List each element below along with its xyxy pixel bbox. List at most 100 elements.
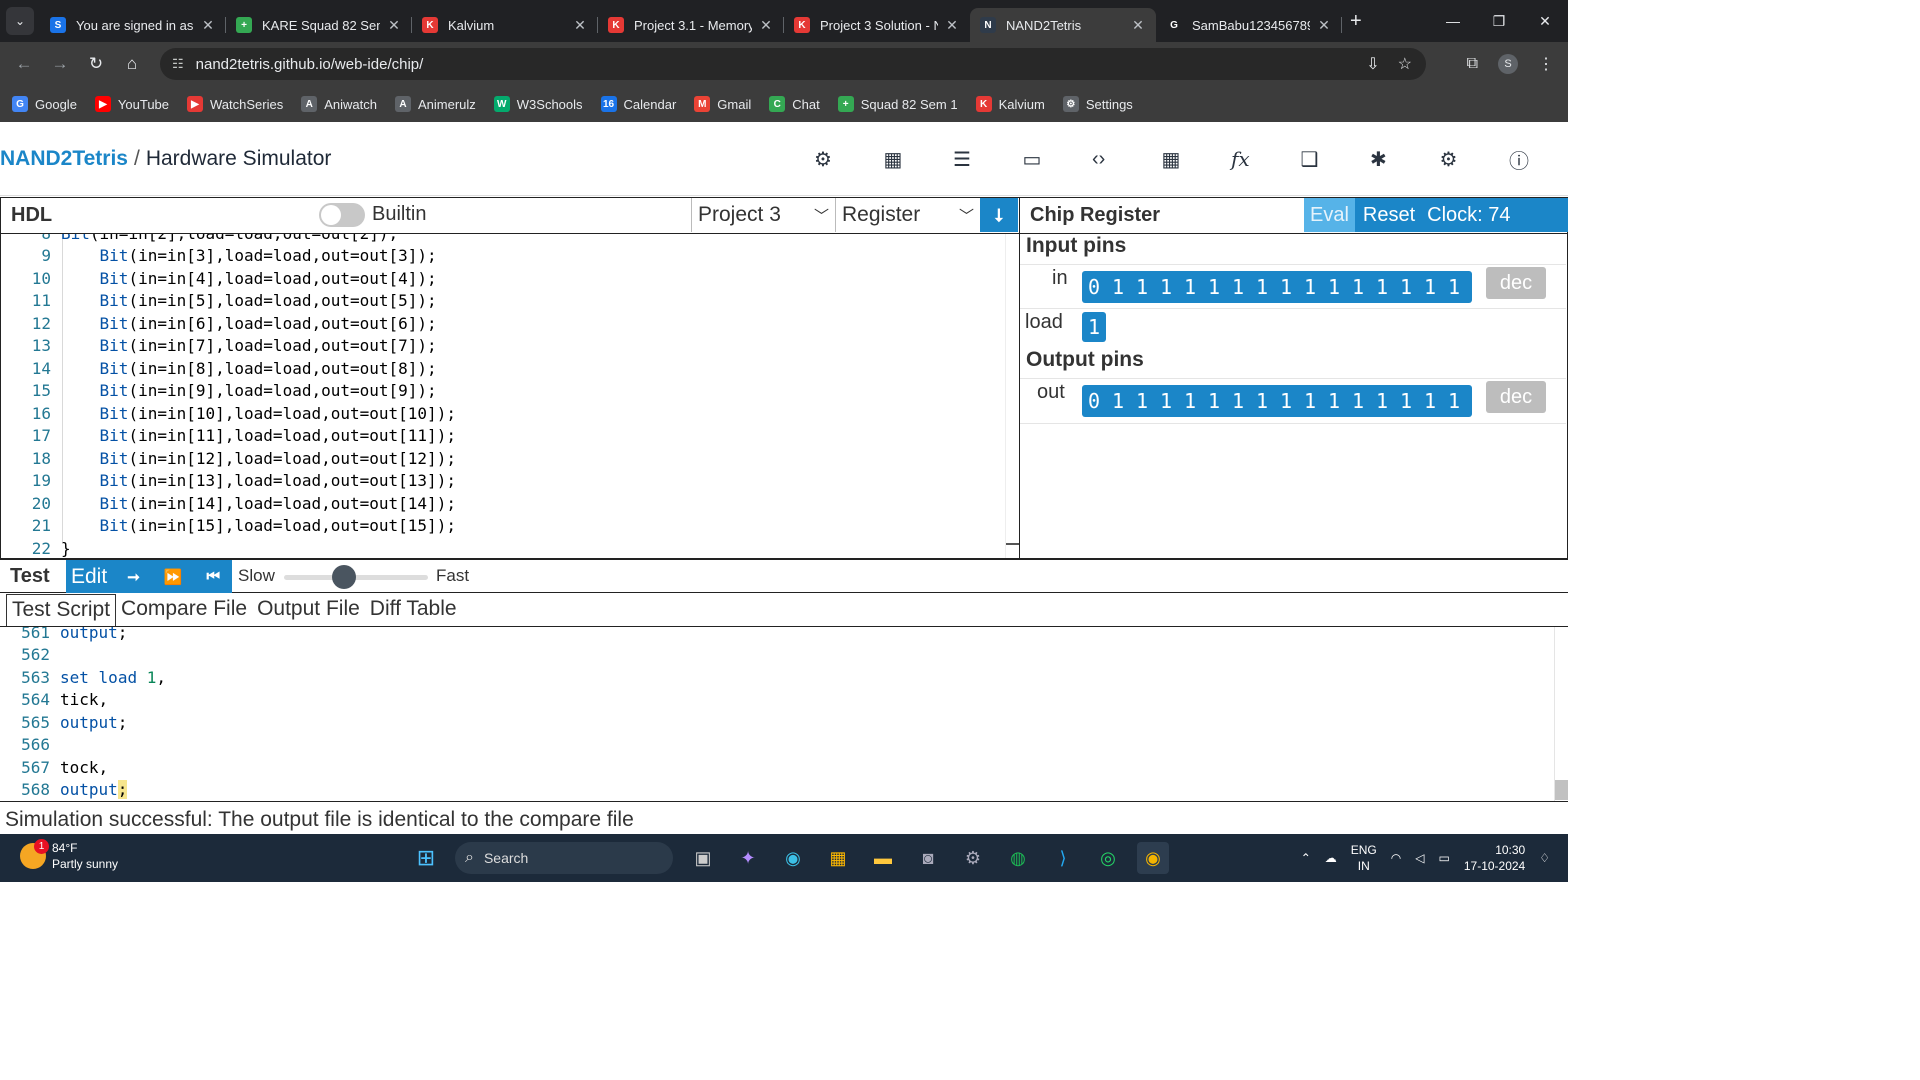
pin-bit[interactable]: 1 — [1448, 275, 1472, 299]
speed-slider-thumb[interactable] — [332, 565, 357, 589]
brand-name[interactable]: NAND2Tetris — [0, 147, 128, 170]
extensions-icon[interactable]: ⧉ — [1467, 55, 1478, 73]
pin-bit[interactable]: 1 — [1280, 389, 1304, 413]
pin-bit[interactable]: 1 — [1352, 275, 1376, 299]
volume-icon[interactable]: ◁ — [1415, 851, 1424, 865]
cpu-icon[interactable]: ▦ — [884, 144, 954, 174]
copilot-icon[interactable]: ✦ — [732, 842, 764, 874]
browser-tab[interactable]: G SamBabu123456789/ ✕ — [1156, 8, 1342, 42]
taskbar-search[interactable]: ⌕ Search — [455, 842, 673, 874]
bookmark-item[interactable]: W W3Schools — [493, 96, 583, 112]
pin-bit[interactable]: 1 — [1400, 389, 1424, 413]
bookmark-item[interactable]: ▶ WatchSeries — [187, 96, 283, 112]
pin-bit[interactable]: 1 — [1328, 275, 1352, 299]
edit-button[interactable]: Edit — [71, 565, 107, 589]
pin-bit[interactable]: 1 — [1208, 389, 1232, 413]
browser-tab[interactable]: K Project 3.1 - Memory ✕ — [598, 8, 784, 42]
step-icon[interactable]: ➞ — [127, 568, 140, 586]
task-view-icon[interactable]: ▣ — [687, 842, 719, 874]
reset-icon[interactable]: ⏮ — [206, 568, 220, 585]
script-scrollbar[interactable] — [1554, 627, 1568, 801]
pin-bit[interactable]: 1 — [1256, 275, 1280, 299]
clock[interactable]: 10:30 17-10-2024 — [1464, 842, 1525, 874]
pin-bit[interactable]: 1 — [1352, 389, 1376, 413]
test-tab[interactable]: Output File — [252, 594, 365, 626]
eval-button[interactable]: Eval — [1304, 198, 1355, 232]
bookmark-item[interactable]: M Gmail — [694, 96, 751, 112]
profile-avatar[interactable]: S — [1498, 54, 1518, 74]
pin-bit[interactable]: 0 — [1088, 389, 1112, 413]
pin-bit[interactable]: 1 — [1256, 389, 1280, 413]
hdl-editor[interactable]: 8Bit(in=in[2],load=load,out=out[2]);9 Bi… — [0, 234, 1020, 559]
book-icon[interactable]: ❑ — [1301, 144, 1371, 174]
pin-bit[interactable]: 1 — [1112, 389, 1136, 413]
pin-bit[interactable]: 1 — [1160, 389, 1184, 413]
out-dec-button[interactable]: dec — [1486, 381, 1546, 413]
pin-bit[interactable]: 1 — [1448, 389, 1472, 413]
scroll-thumb[interactable] — [1555, 780, 1568, 800]
bookmark-item[interactable]: G Google — [12, 96, 77, 112]
spotify-icon[interactable]: ◍ — [1002, 842, 1034, 874]
edge-icon[interactable]: ◉ — [777, 842, 809, 874]
tab-close-icon[interactable]: ✕ — [386, 17, 402, 34]
close-window-icon[interactable]: ✕ — [1522, 0, 1568, 42]
pin-bit[interactable]: 1 — [1184, 275, 1208, 299]
editor-scrollbar[interactable] — [1005, 234, 1019, 558]
list-icon[interactable]: ☰ — [953, 144, 1023, 174]
chip-icon[interactable]: ⚙ — [814, 144, 884, 174]
browser-tab[interactable]: S You are signed in as 2 ✕ — [40, 8, 226, 42]
chip-select[interactable]: Register ﹀ — [835, 198, 980, 232]
pin-bit[interactable]: 1 — [1424, 389, 1448, 413]
tab-close-icon[interactable]: ✕ — [572, 17, 588, 34]
pin-bit[interactable]: 1 — [1424, 275, 1448, 299]
pin-bit[interactable]: 1 — [1232, 389, 1256, 413]
store-icon[interactable]: ▦ — [822, 842, 854, 874]
whatsapp-icon[interactable]: ◎ — [1092, 842, 1124, 874]
info-icon[interactable]: ⓘ — [1509, 144, 1579, 174]
url-text[interactable]: nand2tetris.github.io/web-ide/chip/ — [196, 56, 424, 73]
tab-close-icon[interactable]: ✕ — [758, 17, 774, 34]
download-button[interactable]: ⭣ — [980, 198, 1018, 232]
in-dec-button[interactable]: dec — [1486, 267, 1546, 299]
site-info-icon[interactable]: ☷ — [172, 56, 184, 72]
notifications-icon[interactable]: ♢ — [1539, 851, 1550, 865]
tab-search-button[interactable]: ⌄ — [6, 7, 34, 35]
camera-icon[interactable]: ◙ — [912, 842, 944, 874]
language-indicator[interactable]: ENG IN — [1351, 842, 1377, 874]
reset-button[interactable]: Reset — [1363, 204, 1415, 227]
tab-close-icon[interactable]: ✕ — [944, 17, 960, 34]
forward-button[interactable]: → — [42, 54, 78, 74]
bug-icon[interactable]: ✱ — [1370, 144, 1440, 174]
pin-bit[interactable]: 1 — [1160, 275, 1184, 299]
tab-close-icon[interactable]: ✕ — [1130, 17, 1146, 34]
pin-bit[interactable]: 1 — [1208, 275, 1232, 299]
pin-bit[interactable]: 1 — [1376, 389, 1400, 413]
bookmark-item[interactable]: ⚙ Settings — [1062, 96, 1133, 112]
file-explorer-icon[interactable]: ▬ — [867, 842, 899, 874]
pin-bit[interactable]: 1 — [1136, 389, 1160, 413]
tray-chevron-icon[interactable]: ⌃ — [1301, 851, 1311, 865]
pin-bit[interactable]: 1 — [1376, 275, 1400, 299]
tab-close-icon[interactable]: ✕ — [200, 17, 216, 34]
browser-tab[interactable]: K Project 3 Solution - N ✕ — [784, 8, 970, 42]
pin-bit[interactable]: 1 — [1184, 389, 1208, 413]
bookmark-item[interactable]: C Chat — [769, 96, 820, 112]
bookmark-item[interactable]: A Aniwatch — [301, 96, 377, 112]
speed-slider[interactable] — [284, 575, 428, 580]
pin-bit[interactable]: 1 — [1232, 275, 1256, 299]
bookmark-item[interactable]: + Squad 82 Sem 1 — [837, 96, 958, 112]
pin-bit[interactable]: 1 — [1304, 275, 1328, 299]
install-app-icon[interactable]: ⇩ — [1366, 54, 1379, 74]
builtin-toggle[interactable] — [319, 203, 365, 227]
pin-bit[interactable]: 1 — [1328, 389, 1352, 413]
project-select[interactable]: Project 3 ﹀ — [691, 198, 835, 232]
home-button[interactable]: ⌂ — [114, 54, 150, 74]
bookmark-item[interactable]: K Kalvium — [975, 96, 1045, 112]
browser-tab[interactable]: + KARE Squad 82 Sem ✕ — [226, 8, 412, 42]
pin-bit[interactable]: 1 — [1112, 275, 1136, 299]
tab-close-icon[interactable]: ✕ — [1316, 17, 1332, 34]
settings-app-icon[interactable]: ⚙ — [957, 842, 989, 874]
code-icon[interactable]: ‹› — [1092, 144, 1162, 174]
battery-icon[interactable]: ▭ — [1439, 851, 1450, 865]
test-tab[interactable]: Test Script — [6, 594, 117, 626]
